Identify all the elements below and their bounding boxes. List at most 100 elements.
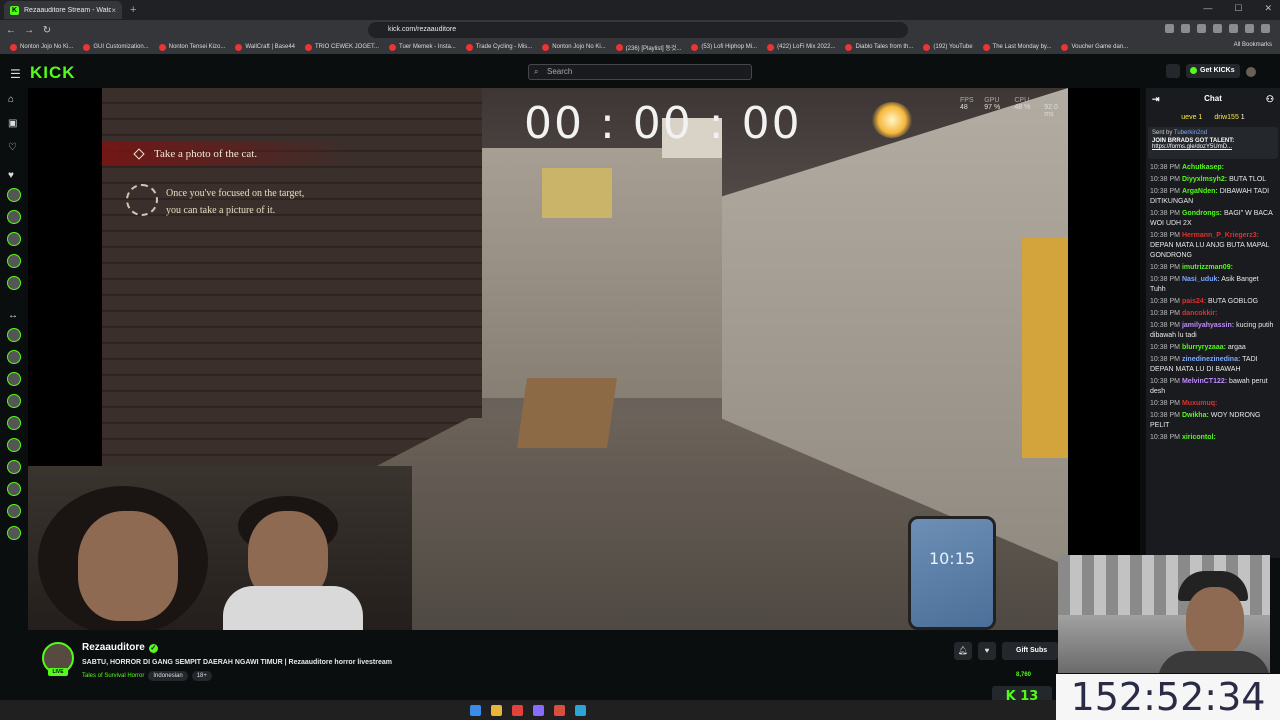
message-username[interactable]: Dwikha: [1182, 412, 1209, 419]
minimize-icon[interactable]: — [1203, 3, 1212, 14]
message-username[interactable]: MelvinCT122: [1182, 378, 1227, 385]
all-bookmarks-button[interactable]: All Bookmarks [1234, 42, 1272, 48]
home-icon[interactable]: ⌂ [8, 94, 14, 105]
message-username[interactable]: Gondrongs: [1182, 210, 1222, 217]
close-window-icon[interactable]: ✕ [1264, 3, 1272, 14]
discord-icon[interactable] [533, 704, 544, 716]
brave-browser-icon[interactable] [512, 704, 523, 716]
recommended-channel-avatar[interactable] [7, 504, 21, 518]
maximize-icon[interactable]: ☐ [1234, 3, 1242, 14]
bookmark-item[interactable]: GUI Customization... [83, 43, 149, 51]
notification-bell-icon[interactable]: 🔔︎ [954, 642, 972, 660]
reload-icon[interactable]: ↻ [40, 25, 54, 36]
message-username[interactable]: Diyyxlmsyh2: [1182, 176, 1227, 183]
recommended-channel-avatar[interactable] [7, 438, 21, 452]
extension-icon[interactable] [1181, 24, 1190, 33]
following-section-icon: ♥ [8, 170, 14, 181]
message-username[interactable]: pais24: [1182, 298, 1206, 305]
recommended-channel-avatar[interactable] [7, 526, 21, 540]
tag-language[interactable]: Indonesian [148, 671, 188, 681]
message-username[interactable]: blurryryzaaa: [1182, 344, 1226, 351]
back-icon[interactable]: ← [4, 25, 18, 36]
chat-messages: 10:38 PM Achutkasep: 10:38 PM Diyyxlmsyh2:… [1146, 162, 1280, 444]
chat-users-icon[interactable]: ⚇ [1266, 88, 1274, 110]
bookmark-item[interactable]: Nonton Jojo No Ki... [10, 43, 73, 51]
menu-hamburger-icon[interactable]: ☰ [10, 67, 21, 81]
message-username[interactable]: Achutkasep: [1182, 164, 1224, 171]
bookmark-item[interactable]: (192) YouTube [923, 43, 973, 51]
forward-icon[interactable]: → [22, 25, 36, 36]
stream-tags: Tales of Survival Horror Indonesian 18+ [82, 671, 212, 681]
layout-toggle-button[interactable] [1166, 64, 1180, 78]
recommended-channel-avatar[interactable] [7, 416, 21, 430]
pinned-message[interactable]: Sent by Tuberkin2nd JOIN BRRADS GOT TALE… [1148, 127, 1278, 159]
message-username[interactable]: Hermann_P_Kriegerz3: [1182, 232, 1259, 239]
recommended-channel-avatar[interactable] [7, 372, 21, 386]
streamer-name[interactable]: Rezaauditore ✓ [82, 642, 158, 653]
message-username[interactable]: Muxumuq: [1182, 400, 1217, 407]
bookmark-item[interactable]: Nonton Jojo No Ki... [542, 43, 606, 51]
bookmark-item[interactable]: WallCraft | Base44 [235, 43, 295, 51]
following-heart-icon[interactable]: ♡ [8, 142, 17, 153]
address-bar-row: ← → ↻ kick.com/rezaauditore [0, 20, 1280, 40]
message-username[interactable]: zinedinezinedina: [1182, 356, 1240, 363]
app-icon[interactable] [554, 704, 565, 716]
message-time: 10:38 PM [1150, 264, 1180, 271]
bookmark-item[interactable]: The Last Monday by... [982, 43, 1051, 51]
recommended-channel-avatar[interactable] [7, 350, 21, 364]
bookmark-item[interactable]: Nonton Tensei Kizo... [158, 43, 225, 51]
follow-heart-icon[interactable]: ♥ [978, 642, 996, 660]
browser-tab[interactable]: K Rezaauditore Stream - Watch × [4, 1, 122, 19]
extension-icon[interactable] [1245, 24, 1254, 33]
file-explorer-icon[interactable] [491, 704, 502, 716]
followed-channel-avatar[interactable] [7, 276, 21, 290]
followed-channel-avatar[interactable] [7, 210, 21, 224]
bookmark-item[interactable]: (422) LoFi Mix 2022... [767, 43, 835, 51]
recommended-channel-avatar[interactable] [7, 460, 21, 474]
recommended-channel-avatar[interactable] [7, 482, 21, 496]
person-face [1186, 587, 1244, 655]
new-tab-button[interactable]: + [130, 4, 136, 16]
message-username[interactable]: xiricontol: [1182, 434, 1216, 441]
message-username[interactable]: ArgaNden: [1182, 188, 1218, 195]
extension-icon[interactable] [1197, 24, 1206, 33]
search-input[interactable]: ⌕ Search [528, 64, 752, 80]
chat-title: Chat [1204, 94, 1222, 103]
menu-icon[interactable] [1261, 24, 1270, 33]
recommended-channel-avatar[interactable] [7, 328, 21, 342]
get-kicks-button[interactable]: Get KICKs [1186, 64, 1240, 78]
bookmark-item[interactable]: Voucher Game dan... [1061, 43, 1128, 51]
bookmark-item[interactable]: Trade Cycling - Mis... [465, 43, 532, 51]
collapse-chat-icon[interactable]: ⇥ [1152, 88, 1160, 110]
message-username[interactable]: imutrizzman09: [1182, 264, 1233, 271]
message-username[interactable]: dancokkir: [1182, 310, 1217, 317]
bookmark-item[interactable]: (53) Lofi Hiphop Mi... [691, 43, 757, 51]
kick-logo[interactable]: KICK [30, 63, 76, 83]
extension-icon[interactable] [1229, 24, 1238, 33]
pinned-link[interactable]: https://forms.gle/dozY5UmD... [1152, 144, 1274, 150]
chat-message: 10:38 PM jamilyahyassin: kucing putih dib… [1146, 320, 1280, 342]
gift-subs-button[interactable]: Gift Subs [1002, 642, 1058, 660]
message-username[interactable]: Nasi_uduk: [1182, 276, 1220, 283]
extension-icon[interactable] [1213, 24, 1222, 33]
tab-close-icon[interactable]: × [111, 6, 116, 15]
followed-channel-avatar[interactable] [7, 188, 21, 202]
browse-icon[interactable]: ▣ [8, 118, 17, 129]
bookmark-icon [465, 43, 473, 51]
message-username[interactable]: jamilyahyassin: [1182, 322, 1234, 329]
extension-icon[interactable] [1165, 24, 1174, 33]
start-icon[interactable] [470, 704, 481, 716]
bookmark-item[interactable]: (236) [Playlist] 동것... [615, 43, 681, 52]
followed-channel-avatar[interactable] [7, 254, 21, 268]
video-player[interactable]: 00 : 00 : 00 FPS 48 GPU 97 % CPU 48 % LA… [28, 88, 1140, 630]
bookmark-item[interactable]: Tuer Memek - Insta... [389, 43, 456, 51]
recommended-channel-avatar[interactable] [7, 394, 21, 408]
edge-icon[interactable] [575, 704, 586, 716]
tag-age[interactable]: 18+ [191, 671, 212, 681]
bookmark-item[interactable]: Diablo Tales from th... [845, 43, 913, 51]
url-field[interactable]: kick.com/rezaauditore [368, 22, 908, 38]
followed-channel-avatar[interactable] [7, 232, 21, 246]
category-link[interactable]: Tales of Survival Horror [82, 673, 144, 679]
bookmark-item[interactable]: TRIO CEWEK JOGET... [305, 43, 379, 51]
user-avatar[interactable] [1246, 67, 1256, 77]
